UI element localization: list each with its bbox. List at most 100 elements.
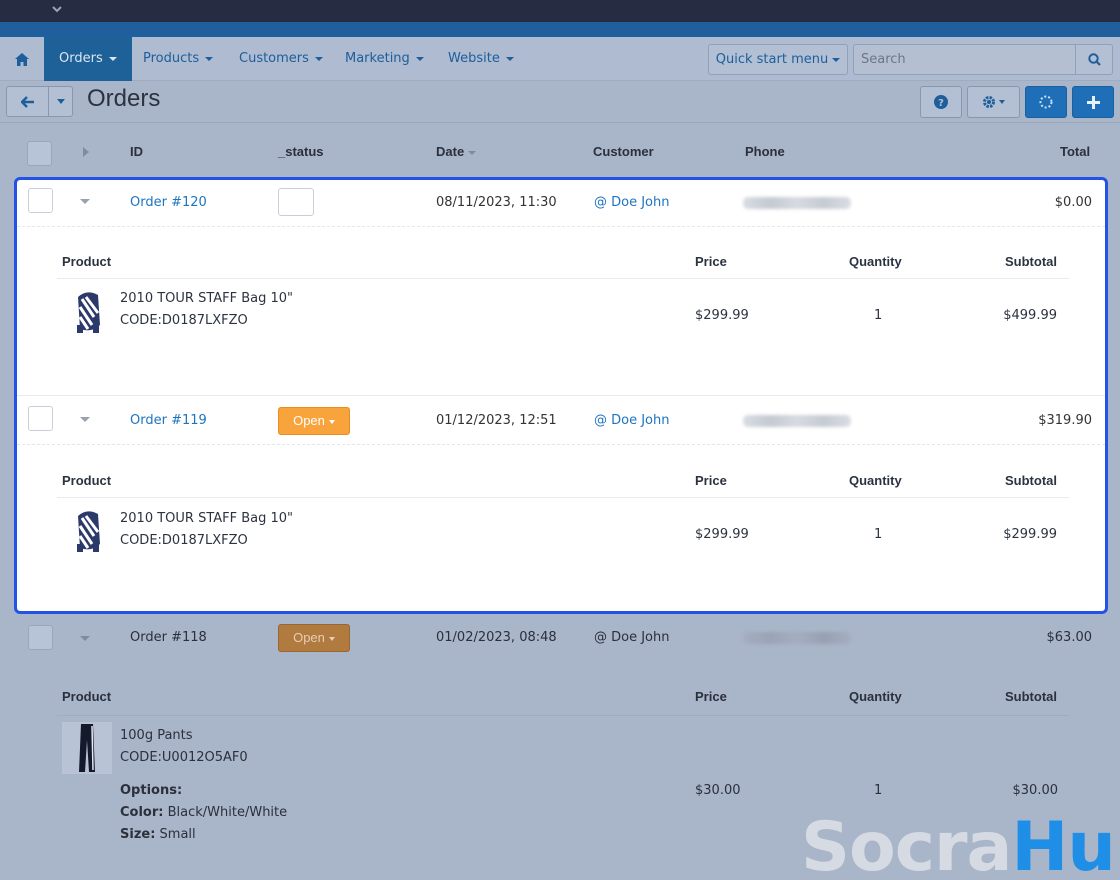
- order-id-link[interactable]: Order #118: [130, 630, 207, 645]
- refresh-button[interactable]: [1025, 86, 1067, 118]
- option-color: Color: Black/White/White: [120, 805, 287, 820]
- row-checkbox[interactable]: [28, 625, 53, 650]
- product-name-link[interactable]: 2010 TOUR STAFF Bag 10": [120, 511, 293, 526]
- watermark-part2: Hub: [1011, 808, 1120, 880]
- help-button[interactable]: ?: [920, 86, 962, 118]
- product-name-link[interactable]: 100g Pants: [120, 728, 193, 743]
- expand-all-icon[interactable]: [83, 147, 89, 157]
- column-header-customer[interactable]: Customer: [593, 144, 654, 159]
- arrow-left-icon: [20, 95, 34, 108]
- collapse-row-icon[interactable]: [80, 417, 90, 422]
- status-dropdown[interactable]: Open: [278, 407, 350, 435]
- orders-grid-header: ID _status Date Customer Phone Total: [20, 132, 1100, 172]
- back-button[interactable]: [7, 87, 49, 116]
- page-title: Orders: [87, 85, 161, 112]
- product-code: CODE:D0187LXFZO: [120, 313, 248, 328]
- nav-customers-label: Customers: [239, 51, 309, 66]
- detail-header-price: Price: [695, 473, 727, 488]
- phone-blurred: [743, 415, 851, 427]
- product-price: $299.99: [695, 308, 749, 323]
- status-dropdown[interactable]: Open: [278, 624, 350, 652]
- search-input[interactable]: [853, 44, 1075, 75]
- product-quantity: 1: [874, 308, 883, 323]
- back-button-group: [6, 86, 73, 117]
- column-header-status[interactable]: _status: [278, 144, 324, 159]
- sort-desc-icon: [468, 150, 477, 155]
- home-button[interactable]: [0, 37, 44, 81]
- customer-link[interactable]: @ Doe John: [594, 630, 670, 645]
- nav-marketing[interactable]: Marketing: [330, 37, 439, 81]
- top-blue-bar: [0, 22, 1120, 37]
- quick-start-menu-button[interactable]: Quick start menu: [708, 44, 848, 75]
- row-checkbox[interactable]: [28, 406, 53, 431]
- collapse-row-icon[interactable]: [80, 636, 90, 641]
- detail-header-quantity: Quantity: [849, 473, 902, 488]
- nav-website[interactable]: Website: [433, 37, 529, 81]
- chevron-down-icon[interactable]: [49, 3, 65, 19]
- order-separator: [17, 395, 1105, 396]
- collapse-row-icon[interactable]: [80, 199, 90, 204]
- detail-header-price: Price: [695, 254, 727, 269]
- option-size-label: Size:: [120, 827, 156, 842]
- status-select[interactable]: [278, 188, 314, 216]
- order-id-link[interactable]: Order #120: [130, 180, 207, 226]
- help-icon: ?: [934, 95, 948, 109]
- option-color-value: Black/White/White: [167, 805, 288, 820]
- detail-divider: [57, 497, 1069, 498]
- column-header-id[interactable]: ID: [130, 144, 143, 159]
- order-date: 08/11/2023, 11:30: [436, 195, 557, 210]
- watermark-logo: SocraHub: [801, 808, 1120, 880]
- product-price: $299.99: [695, 527, 749, 542]
- column-header-phone[interactable]: Phone: [745, 144, 785, 159]
- highlighted-orders-panel: Order #120 08/11/2023, 11:30 @ Doe John …: [14, 177, 1108, 614]
- nav-orders-label: Orders: [59, 51, 103, 66]
- customer-link[interactable]: @ Doe John: [594, 180, 670, 226]
- product-price: $30.00: [695, 783, 741, 798]
- order-total: $63.00: [1046, 630, 1093, 645]
- options-label: Options:: [120, 783, 183, 798]
- column-header-total[interactable]: Total: [1060, 144, 1090, 159]
- title-toolbar: Orders ?: [0, 81, 1120, 123]
- order-id-link[interactable]: Order #119: [130, 398, 207, 444]
- option-color-label: Color:: [120, 805, 164, 820]
- add-order-button[interactable]: [1072, 86, 1114, 118]
- watermark-part1: Socra: [801, 808, 1012, 880]
- caret-down-icon: [832, 57, 841, 62]
- order-date: 01/12/2023, 12:51: [436, 413, 557, 428]
- back-dropdown-button[interactable]: [49, 87, 73, 116]
- caret-down-icon: [328, 419, 335, 424]
- detail-header-price: Price: [695, 689, 727, 704]
- detail-header-subtotal: Subtotal: [1005, 254, 1057, 269]
- nav-customers[interactable]: Customers: [224, 37, 338, 81]
- detail-divider: [57, 278, 1069, 279]
- status-label: Open: [293, 413, 325, 428]
- caret-down-icon: [328, 636, 335, 641]
- product-subtotal: $299.99: [1003, 527, 1057, 542]
- product-subtotal: $499.99: [1003, 308, 1057, 323]
- row-divider: [17, 226, 1105, 227]
- row-checkbox[interactable]: [28, 188, 53, 213]
- product-thumbnail[interactable]: [62, 506, 112, 556]
- table-row[interactable]: Order #120 08/11/2023, 11:30 @ Doe John …: [17, 180, 1105, 226]
- customer-link[interactable]: @ Doe John: [594, 398, 670, 444]
- product-thumbnail[interactable]: [62, 287, 112, 337]
- date-header-label: Date: [436, 144, 465, 159]
- settings-button[interactable]: [967, 86, 1020, 118]
- nav-orders[interactable]: Orders: [44, 37, 132, 81]
- table-row[interactable]: Order #119 Open 01/12/2023, 12:51 @ Doe …: [17, 398, 1105, 444]
- option-size: Size: Small: [120, 827, 196, 842]
- detail-header-product: Product: [62, 254, 112, 269]
- caret-down-icon: [314, 56, 323, 61]
- loading-spinner-icon: [1039, 95, 1053, 109]
- product-name-link[interactable]: 2010 TOUR STAFF Bag 10": [120, 291, 293, 306]
- select-all-checkbox[interactable]: [27, 141, 52, 166]
- caret-down-icon: [415, 56, 424, 61]
- product-thumbnail[interactable]: [62, 722, 112, 774]
- caret-down-icon: [205, 56, 214, 61]
- option-size-value: Small: [159, 827, 196, 842]
- column-header-date[interactable]: Date: [436, 144, 477, 159]
- nav-products[interactable]: Products: [128, 37, 228, 81]
- detail-divider: [57, 715, 1069, 716]
- order-date: 01/02/2023, 08:48: [436, 630, 557, 645]
- search-button[interactable]: [1075, 44, 1113, 75]
